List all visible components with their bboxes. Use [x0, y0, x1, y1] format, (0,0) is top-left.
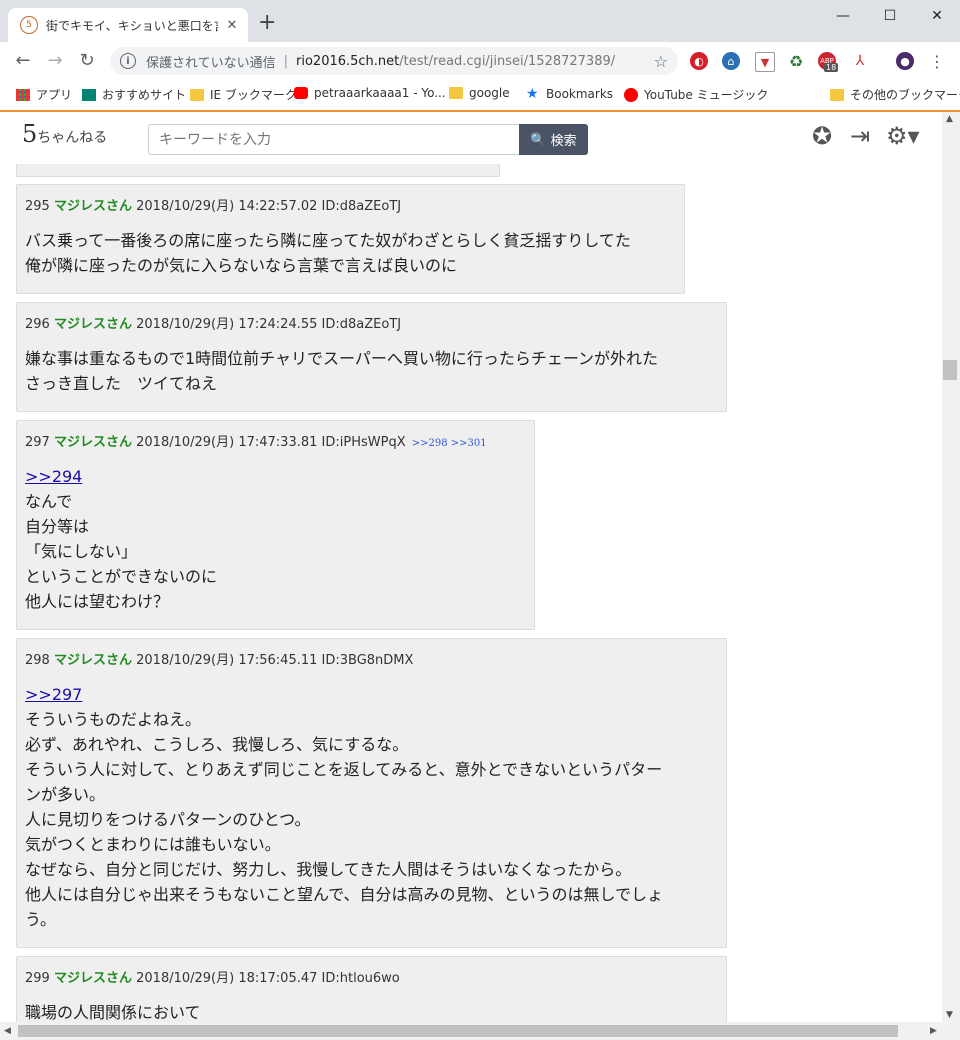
browser-toolbar: ← → ↻ i 保護されていない通信 | rio2016.5ch.net /te… [0, 42, 960, 80]
bookmarks-bar: アプリ おすすめサイト IE ブックマーク petraaarkaaaa1 - Y… [0, 80, 960, 112]
maximize-icon[interactable]: ☐ [875, 6, 905, 26]
post-meta: 298 マジレスさん 2018/10/29(月) 17:56:45.11 ID:… [25, 653, 414, 668]
search-button[interactable]: 🔍 検索 [519, 124, 588, 155]
bookmark-star-icon[interactable]: ☆ [654, 52, 668, 71]
bookmark-google[interactable]: google [449, 86, 510, 100]
reply-links[interactable]: >>298 >>301 [412, 438, 487, 449]
url-path: /test/read.cgi/jinsei/1528727389/ [399, 53, 616, 69]
pdf-icon[interactable]: ⅄ [851, 52, 869, 70]
post-meta: 296 マジレスさん 2018/10/29(月) 17:24:24.55 ID:… [25, 317, 402, 332]
tab-close-icon[interactable]: ✕ [224, 18, 240, 33]
post-body: 職場の人間関係において [25, 1003, 201, 1022]
apps-grid-icon [16, 88, 30, 101]
site-header: 5ちゃんねる 🔍検索 ✪ ⇥ ⚙▾ [0, 112, 942, 164]
info-icon[interactable]: i [120, 53, 136, 69]
star-icon: ★ [526, 86, 539, 102]
post-meta: 299 マジレスさん 2018/10/29(月) 18:17:05.47 ID:… [25, 971, 400, 986]
bank-icon[interactable]: ⌂ [722, 52, 740, 70]
forward-arrow-icon[interactable]: → [43, 51, 67, 71]
reply-anchor-link[interactable]: >>297 [25, 685, 82, 704]
reply-anchor-link[interactable]: >>294 [25, 467, 82, 486]
scroll-down-arrow-icon[interactable]: ▼ [946, 1010, 953, 1020]
recycle-icon[interactable]: ♻ [787, 52, 805, 71]
bookmark-recommended[interactable]: おすすめサイト [82, 86, 186, 103]
bookmark-bookmarks[interactable]: ★ Bookmarks [526, 86, 613, 102]
site-favicon: 5 [20, 16, 38, 34]
shield-extension-icon[interactable]: ▼ [755, 52, 775, 72]
post-295: 295 マジレスさん 2018/10/29(月) 14:22:57.02 ID:… [16, 184, 685, 294]
scroll-right-arrow-icon[interactable]: ▶ [930, 1026, 937, 1036]
bookmark-ie[interactable]: IE ブックマーク [190, 86, 297, 103]
post-meta: 297 マジレスさん 2018/10/29(月) 17:47:33.81 ID:… [25, 435, 487, 450]
bookmark-other[interactable]: その他のブックマーク [830, 86, 960, 103]
settings-gear-icon[interactable]: ⚙▾ [886, 122, 920, 150]
site-logo[interactable]: 5ちゃんねる [22, 120, 107, 148]
youtube-music-icon [624, 87, 638, 102]
bing-icon [82, 88, 96, 101]
post-296: 296 マジレスさん 2018/10/29(月) 17:24:24.55 ID:… [16, 302, 727, 412]
bookmark-apps[interactable]: アプリ [16, 86, 72, 103]
browser-tab[interactable]: 5 街でキモイ、キショいと悪口を言われる ✕ [8, 8, 248, 42]
login-icon[interactable]: ⇥ [850, 122, 870, 150]
search-input[interactable] [148, 124, 520, 155]
post-body: >>297 そういうものだよねえ。 必ず、あれやれ、こうしろ、我慢しろ、気にする… [25, 685, 664, 929]
horizontal-scroll-thumb[interactable] [18, 1025, 898, 1037]
vertical-scrollbar[interactable] [942, 112, 960, 1022]
previous-post-tail [16, 164, 500, 177]
vertical-scroll-thumb[interactable] [943, 360, 957, 380]
folder-icon [830, 88, 844, 101]
page-viewport: 5ちゃんねる 🔍検索 ✪ ⇥ ⚙▾ 295 マジレスさん 2018/10/29(… [0, 112, 942, 1022]
scroll-left-arrow-icon[interactable]: ◀ [4, 1026, 11, 1036]
post-body: >>294 なんで 自分等は 「気にしない」 ということができないのに 他人には… [25, 467, 218, 611]
tab-title: 街でキモイ、キショいと悪口を言われる [46, 18, 218, 33]
search-icon: 🔍 [530, 131, 547, 147]
post-299: 299 マジレスさん 2018/10/29(月) 18:17:05.47 ID:… [16, 956, 727, 1022]
reload-icon[interactable]: ↻ [75, 51, 99, 71]
scroll-up-arrow-icon[interactable]: ▲ [946, 114, 953, 124]
award-icon[interactable]: ✪ [812, 122, 832, 150]
folder-icon [449, 87, 463, 99]
bookmark-youtube-music[interactable]: YouTube ミュージック [624, 86, 768, 103]
back-arrow-icon[interactable]: ← [11, 51, 35, 71]
trend-micro-icon[interactable]: ◐ [690, 52, 708, 70]
post-meta: 295 マジレスさん 2018/10/29(月) 14:22:57.02 ID:… [25, 199, 402, 214]
post-297: 297 マジレスさん 2018/10/29(月) 17:47:33.81 ID:… [16, 420, 535, 630]
tab-strip: 5 街でキモイ、キショいと悪口を言われる ✕ + — ☐ ✕ [0, 0, 960, 42]
folder-icon [190, 88, 204, 101]
youtube-icon [294, 87, 308, 99]
post-body: 嫌な事は重なるもので1時間位前チャリでスーパーへ買い物に行ったらチェーンが外れた… [25, 349, 659, 393]
url-separator: | [283, 53, 289, 69]
post-298: 298 マジレスさん 2018/10/29(月) 17:56:45.11 ID:… [16, 638, 727, 948]
minimize-icon[interactable]: — [828, 6, 858, 26]
profile-avatar[interactable]: ● [896, 52, 914, 70]
bookmark-youtube-channel[interactable]: petraaarkaaaa1 - Yo... [294, 86, 446, 100]
insecure-label: 保護されていない通信 [146, 55, 276, 71]
menu-kebab-icon[interactable]: ⋮ [928, 52, 946, 71]
url-host: rio2016.5ch.net [296, 53, 400, 69]
window-close-icon[interactable]: ✕ [922, 6, 952, 26]
address-bar[interactable]: i 保護されていない通信 | rio2016.5ch.net /test/rea… [110, 47, 678, 75]
adblock-badge: 18 [824, 63, 839, 72]
new-tab-button[interactable]: + [258, 12, 276, 34]
post-body: バス乗って一番後ろの席に座ったら隣に座ってた奴がわざとらしく貧乏揺すりしてた 俺… [25, 231, 631, 275]
